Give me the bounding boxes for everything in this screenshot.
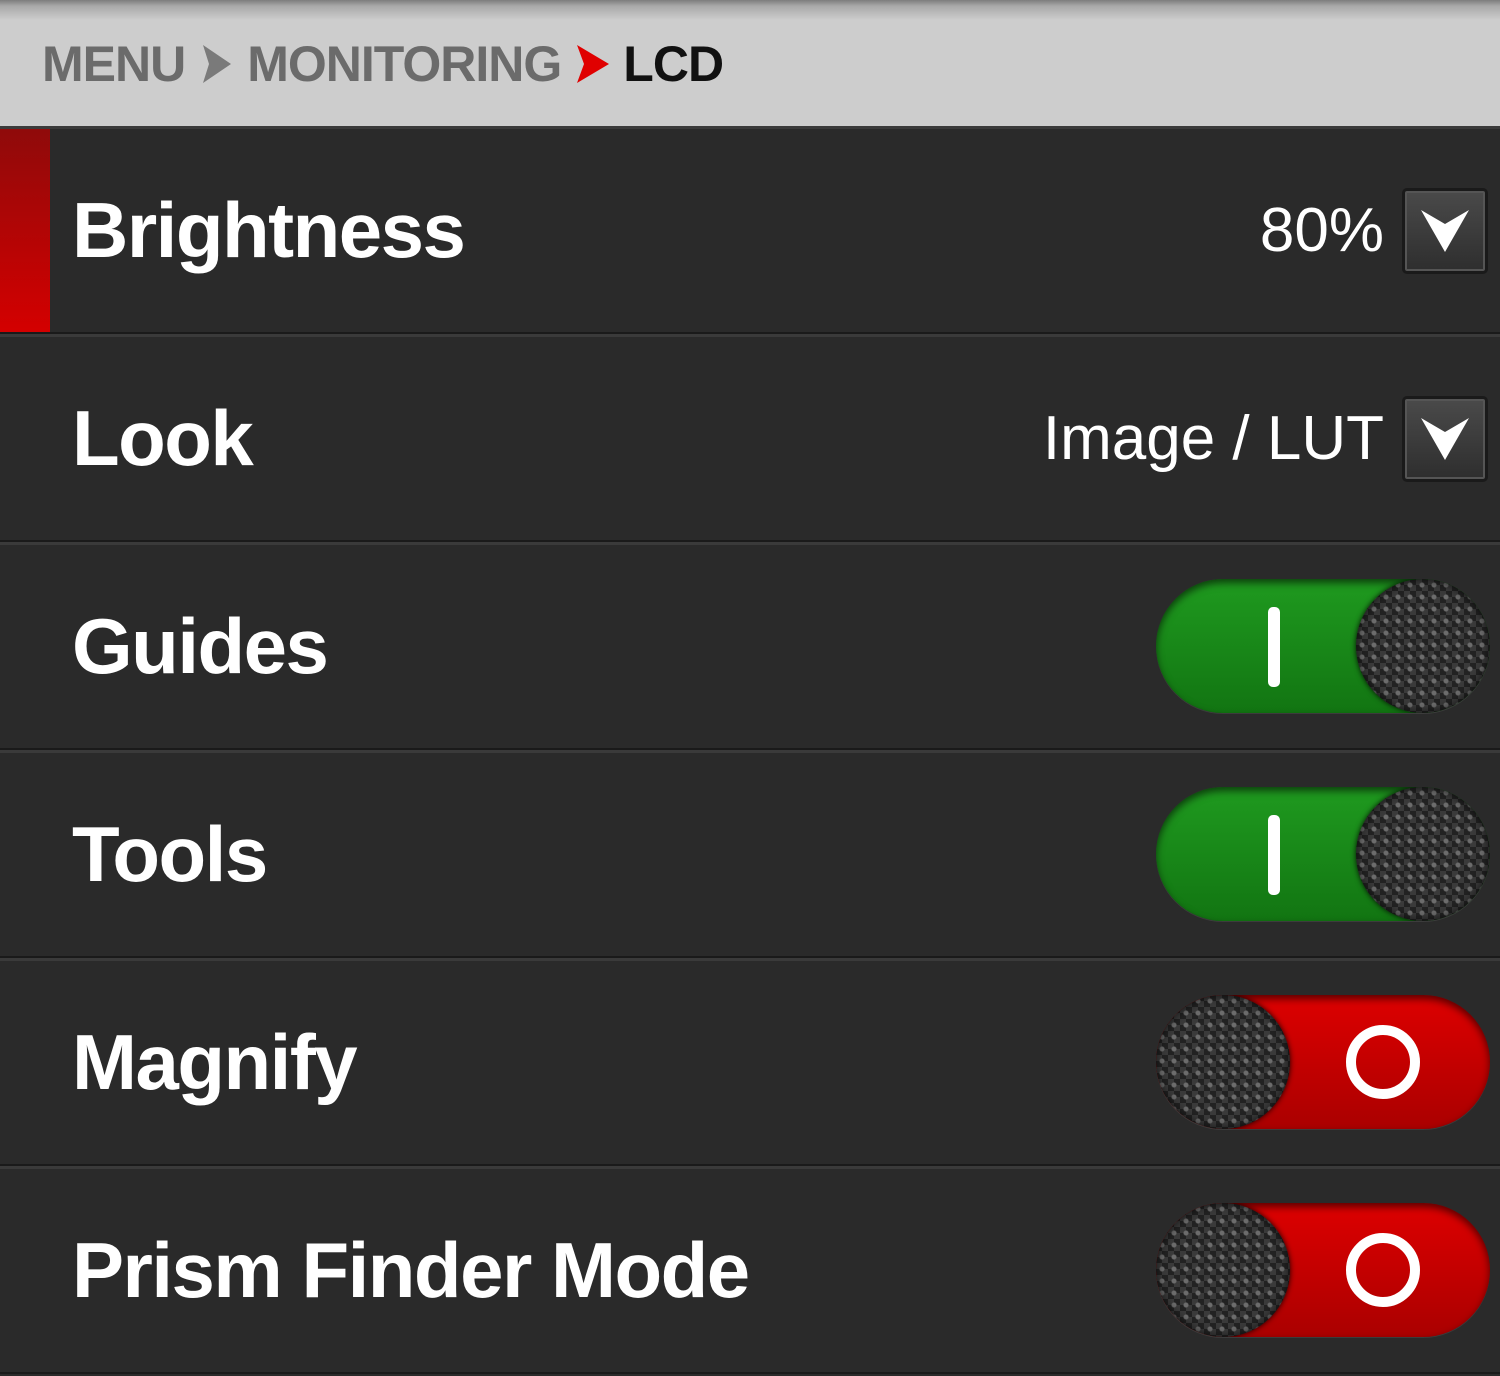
- setting-value: 80%: [1259, 196, 1384, 265]
- settings-list: Brightness 80% Look Image / LUT Guides T…: [0, 126, 1500, 1374]
- toggle-on-mark-icon: [1268, 606, 1280, 687]
- setting-row-brightness[interactable]: Brightness 80%: [0, 126, 1500, 334]
- setting-label: Tools: [72, 810, 268, 898]
- look-value-control: Image / LUT: [1043, 337, 1488, 540]
- magnify-toggle[interactable]: [1156, 994, 1490, 1129]
- chevron-right-icon: [197, 39, 237, 89]
- lcd-menu-screen: MENU MONITORING LCD Brightness 80% Look …: [0, 0, 1500, 1376]
- prism-finder-mode-toggle[interactable]: [1156, 1202, 1490, 1337]
- toggle-knob[interactable]: [1356, 578, 1490, 713]
- setting-row-guides[interactable]: Guides: [0, 542, 1500, 750]
- breadcrumb-menu[interactable]: MENU: [42, 35, 186, 93]
- breadcrumb-lcd: LCD: [623, 36, 724, 92]
- setting-row-magnify[interactable]: Magnify: [0, 958, 1500, 1166]
- toggle-knob[interactable]: [1156, 994, 1290, 1129]
- setting-row-prism-finder-mode[interactable]: Prism Finder Mode: [0, 1166, 1500, 1374]
- header-bar: MENU MONITORING LCD: [0, 0, 1500, 126]
- brightness-value-control: 80%: [1260, 129, 1488, 332]
- chevron-down-icon: [1421, 417, 1469, 460]
- toggle-off-mark-icon: [1346, 1024, 1420, 1099]
- setting-label: Brightness: [72, 186, 466, 274]
- setting-label: Magnify: [72, 1018, 358, 1106]
- toggle-off-mark-icon: [1346, 1232, 1420, 1307]
- tools-toggle[interactable]: [1156, 786, 1490, 921]
- setting-label: Prism Finder Mode: [72, 1226, 750, 1314]
- setting-label: Look: [72, 394, 254, 482]
- look-dropdown-button[interactable]: [1402, 395, 1488, 482]
- toggle-on-mark-icon: [1268, 814, 1280, 895]
- chevron-right-red-icon: [573, 39, 613, 89]
- brightness-dropdown-button[interactable]: [1402, 187, 1488, 274]
- breadcrumb-monitoring[interactable]: MONITORING: [247, 35, 562, 93]
- setting-label: Guides: [72, 602, 329, 690]
- guides-toggle[interactable]: [1156, 578, 1490, 713]
- chevron-down-icon: [1421, 209, 1469, 252]
- breadcrumb: MENU MONITORING LCD: [42, 34, 724, 94]
- toggle-knob[interactable]: [1356, 786, 1490, 921]
- setting-row-tools[interactable]: Tools: [0, 750, 1500, 958]
- setting-row-look[interactable]: Look Image / LUT: [0, 334, 1500, 542]
- setting-value: Image / LUT: [1042, 404, 1384, 473]
- toggle-knob[interactable]: [1156, 1202, 1290, 1337]
